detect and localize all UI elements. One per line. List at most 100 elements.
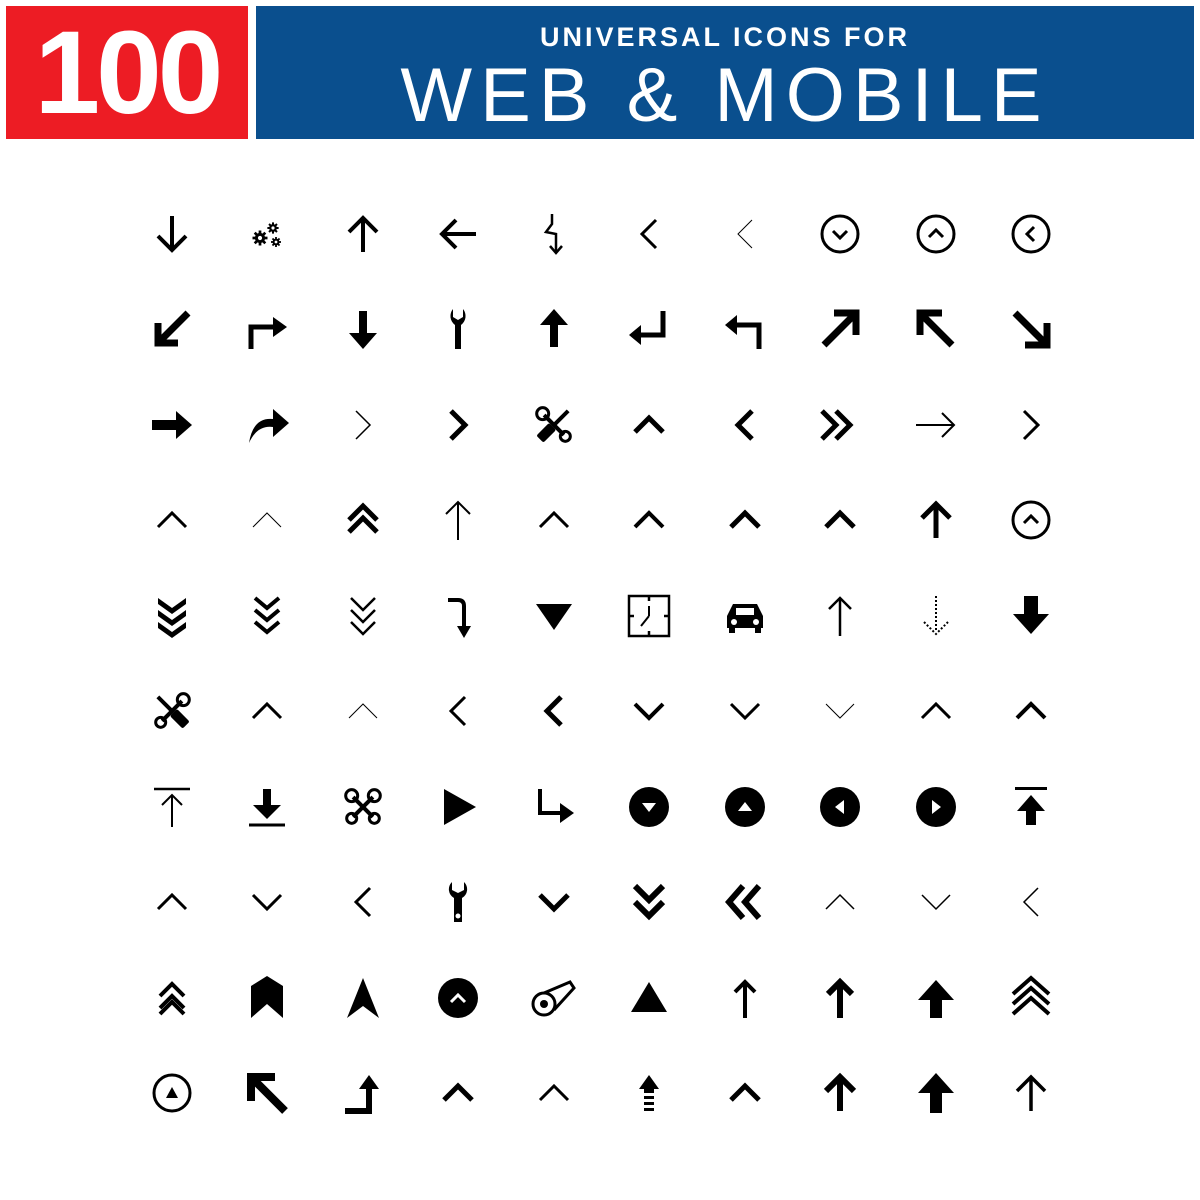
arrow-up-bold-icon [506,282,602,378]
navigation-arrow-icon [315,950,411,1046]
chevron-down-bold-icon [602,664,698,760]
banner-subtitle: UNIVERSAL ICONS FOR [539,22,911,52]
circle-triangle-left-icon [793,759,889,855]
arrow-down-right-icon [984,282,1080,378]
turn-left-arrow-icon [697,282,793,378]
chevron-left-bold-icon [697,377,793,473]
chevron-up-bold-icon [602,377,698,473]
download-bar-icon [220,759,316,855]
arrow-right-bold-icon [124,377,220,473]
chevron-down-thin-icon [793,664,889,760]
triple-chevron-down-thin-icon [315,568,411,664]
double-chevron-down-icon [602,855,698,951]
double-chevron-left-icon [697,855,793,951]
chevron-up-bold-icon [697,1046,793,1142]
chevron-up-icon [124,473,220,569]
chevron-left-icon [315,855,411,951]
chevron-up-icon [124,855,220,951]
wrench-open-icon [411,855,507,951]
triple-chevron-down-filled-icon [124,568,220,664]
wrench-icon [411,282,507,378]
double-chevron-right-icon [793,377,889,473]
turn-right-arrow-icon [220,282,316,378]
chevron-left-thin-icon [697,186,793,282]
icon-count-badge: 100 [6,6,248,139]
chevron-down-thin-icon [888,855,984,951]
arrow-left-icon [411,186,507,282]
arrow-up-icon [888,473,984,569]
arrow-down-icon [124,186,220,282]
arrow-up-icon [984,1046,1080,1142]
circle-chevron-up-icon [984,473,1080,569]
circle-triangle-up-outline-icon [124,1046,220,1142]
screwdriver-wrench-icon [124,664,220,760]
arrow-up-striped-icon [602,1046,698,1142]
circle-triangle-up-icon [697,759,793,855]
arrow-up-icon [697,950,793,1046]
chevron-up-bold-icon [411,1046,507,1142]
bookmark-up-icon [220,950,316,1046]
arrow-up-thin-icon [793,568,889,664]
title-banner: UNIVERSAL ICONS FOR WEB & MOBILE [256,6,1194,139]
arrow-up-filled-icon [888,950,984,1046]
play-icon [411,759,507,855]
arrow-right-thin-icon [888,377,984,473]
triple-chevron-down-icon [220,568,316,664]
curved-forward-arrow-icon [220,377,316,473]
banner-title: WEB & MOBILE [400,53,1050,138]
arrow-down-bold-icon [315,282,411,378]
zigzag-down-arrow-icon [506,186,602,282]
hook-down-arrow-icon [411,568,507,664]
circle-chevron-down-icon [793,186,889,282]
chevron-right-icon [984,377,1080,473]
arrow-down-filled-icon [984,568,1080,664]
chevron-up-thin-icon [315,664,411,760]
arrow-up-left-icon [888,282,984,378]
clock-icon [602,568,698,664]
circle-triangle-down-icon [602,759,698,855]
upload-bar-icon [124,759,220,855]
gears-icon [220,186,316,282]
tools-cross-icon [506,377,602,473]
triangle-up-icon [602,950,698,1046]
circle-chevron-up-icon [888,186,984,282]
arrow-up-bold-icon [793,1046,889,1142]
film-reel-icon [506,950,602,1046]
arrow-up-icon [315,186,411,282]
arrow-up-right-icon [793,282,889,378]
chevron-left-bold-icon [506,664,602,760]
chevron-up-thin-icon [220,473,316,569]
upload-bar-filled-icon [984,759,1080,855]
turn-up-right-arrow-icon [315,1046,411,1142]
double-chevron-up-icon [315,473,411,569]
chevron-up-thin-icon [793,855,889,951]
double-chevron-up-icon [124,950,220,1046]
chevron-up-icon [888,664,984,760]
circle-chevron-left-icon [984,186,1080,282]
arrow-up-bold-icon [793,950,889,1046]
chevron-up-icon [220,664,316,760]
triple-chevron-up-icon [984,950,1080,1046]
icon-grid [124,186,1079,1141]
chevron-up-bold-icon [697,473,793,569]
chevron-up-bold-icon [984,664,1080,760]
arrow-up-left-bold-icon [220,1046,316,1142]
chevron-left-icon [602,186,698,282]
chevron-left-icon [411,664,507,760]
chevron-up-icon [602,473,698,569]
circle-chevron-up-filled-icon [411,950,507,1046]
chevron-down-icon [697,664,793,760]
triangle-down-icon [506,568,602,664]
chevron-right-thin-icon [315,377,411,473]
chevron-up-bold-icon [793,473,889,569]
arrow-up-filled-icon [888,1046,984,1142]
turn-down-right-arrow-icon [506,759,602,855]
return-left-arrow-icon [602,282,698,378]
chevron-down-icon [220,855,316,951]
chevron-up-icon [506,473,602,569]
arrow-down-left-icon [124,282,220,378]
wrench-pair-icon [315,759,411,855]
chevron-up-icon [506,1046,602,1142]
chevron-right-bold-icon [411,377,507,473]
chevron-left-thin-icon [984,855,1080,951]
